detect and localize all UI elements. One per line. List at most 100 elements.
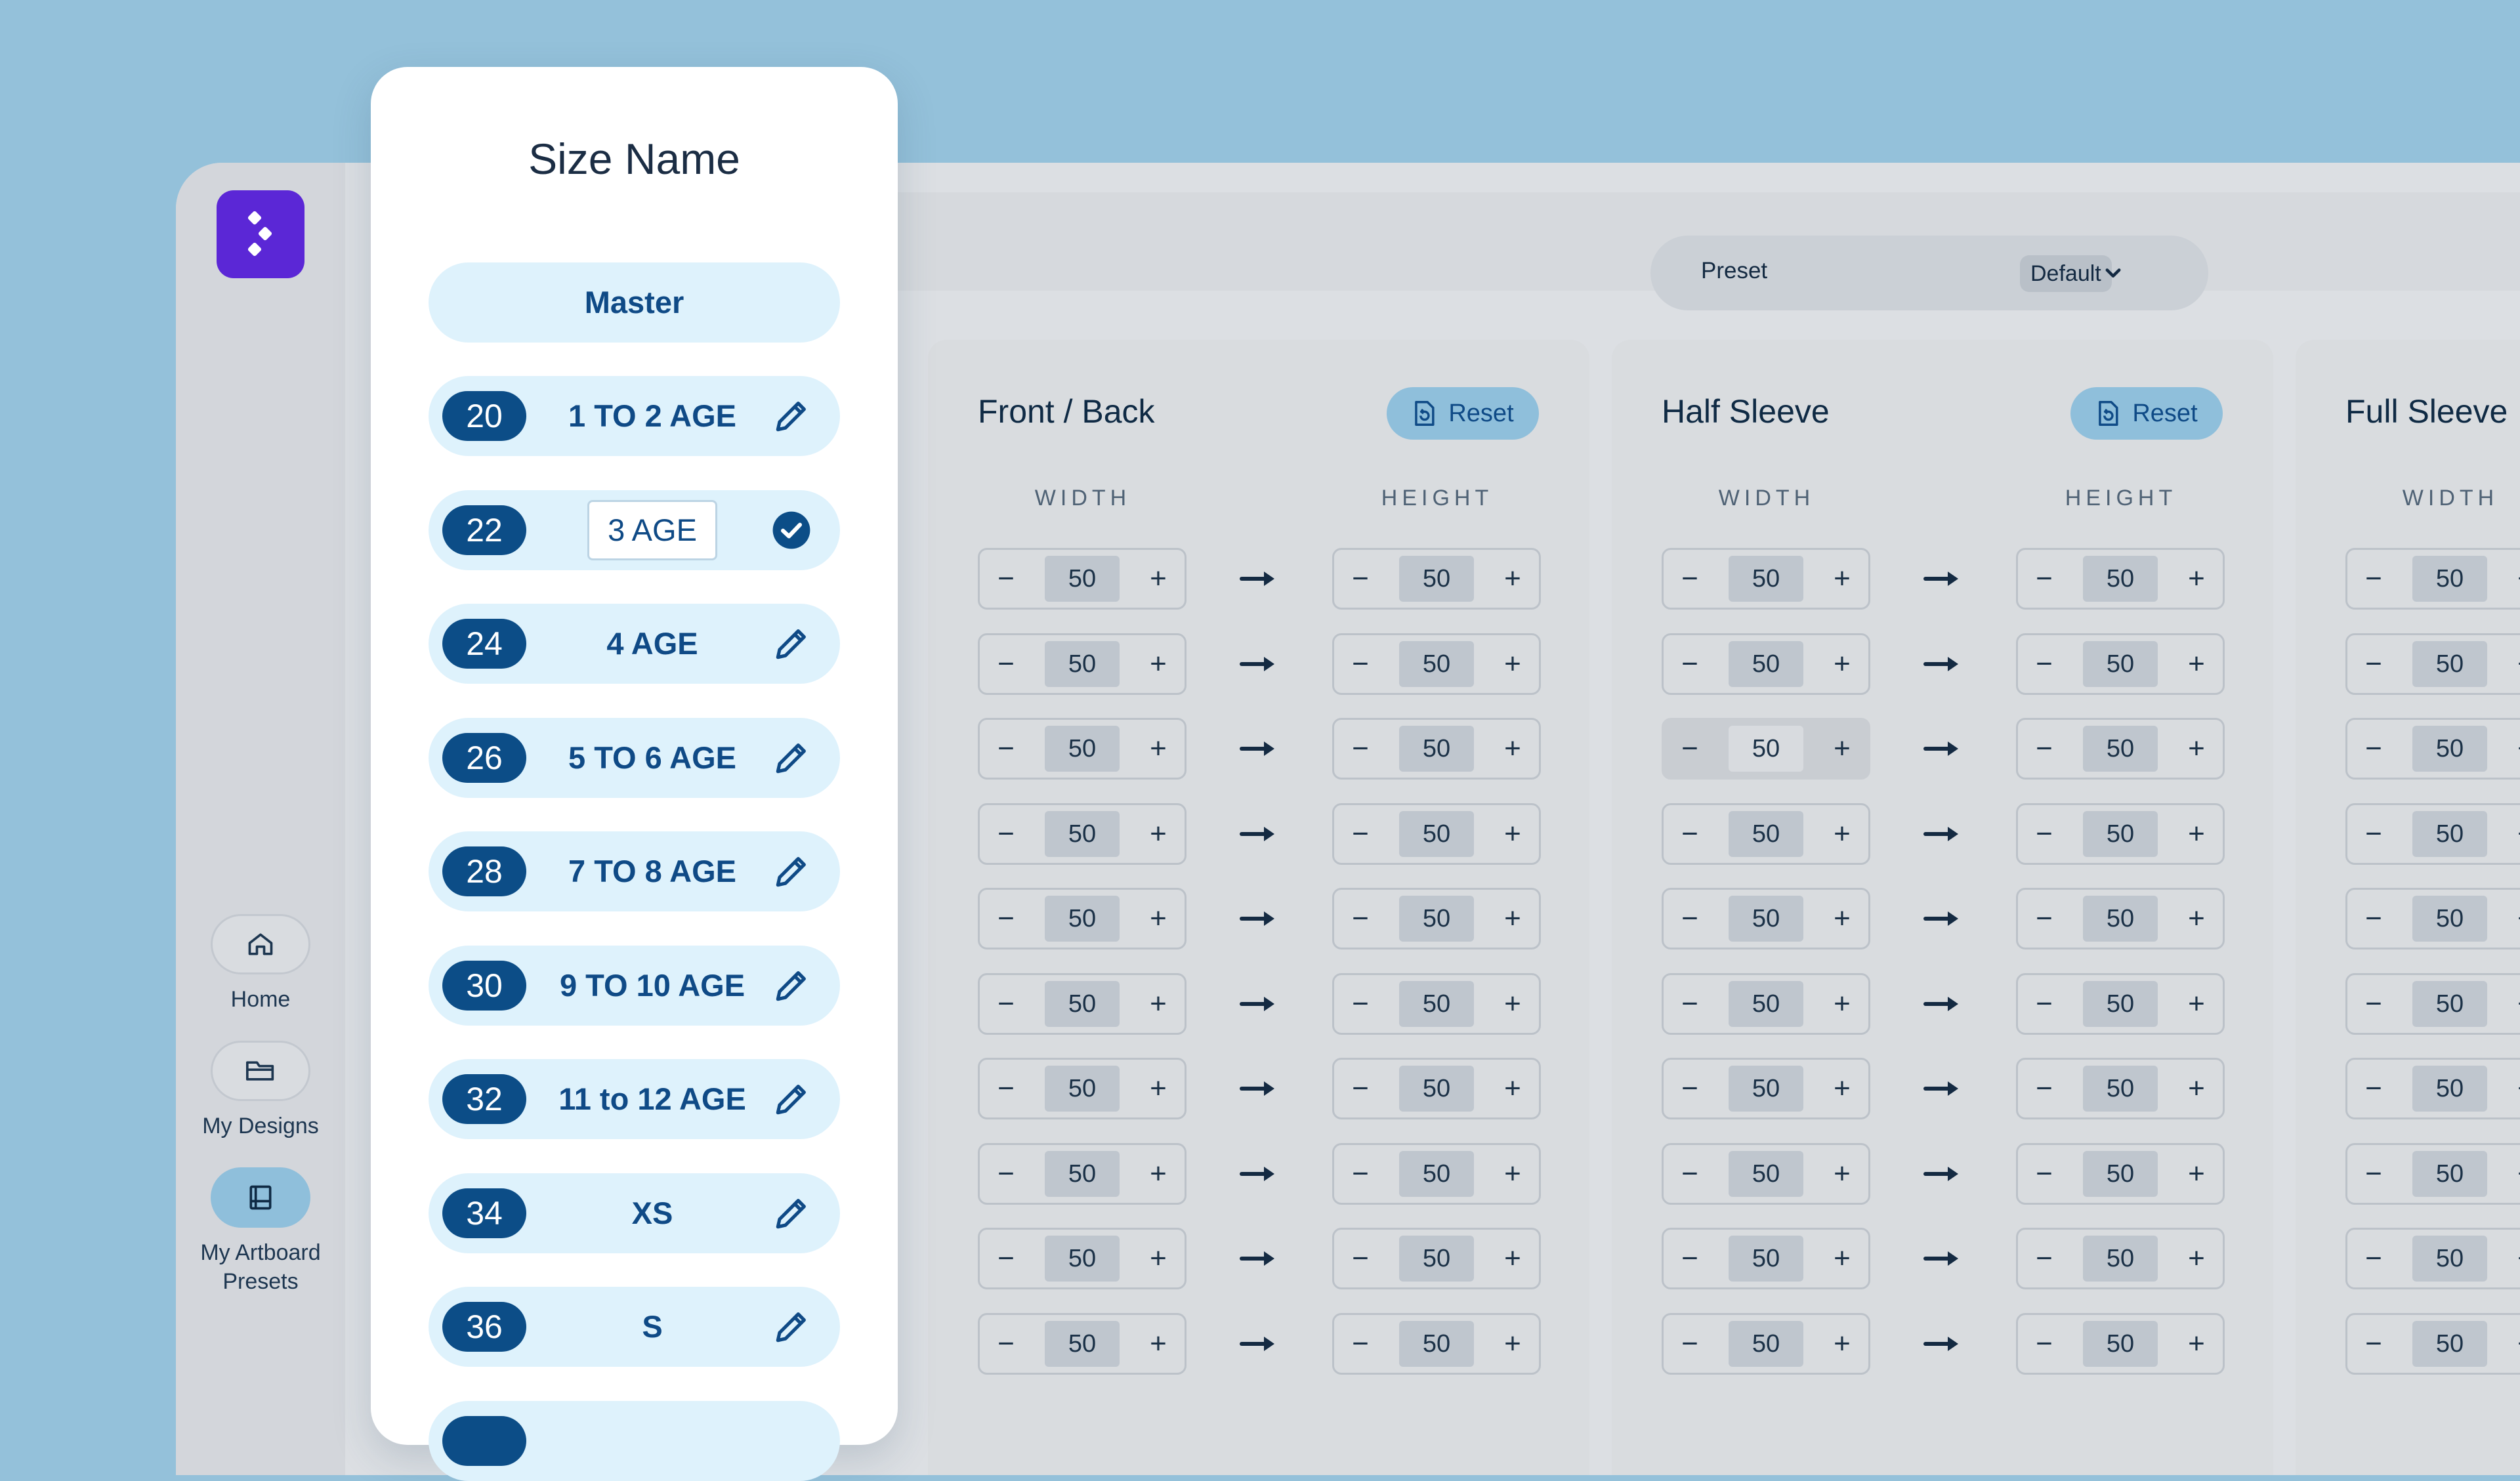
increment-button[interactable]: + xyxy=(2513,1158,2520,1190)
height-value-input[interactable]: 50 xyxy=(1399,1320,1474,1367)
width-value-input[interactable]: 50 xyxy=(1729,896,1803,942)
increment-button[interactable]: + xyxy=(1145,1327,1171,1360)
width-value-input[interactable]: 50 xyxy=(2412,810,2487,857)
width-value-input[interactable]: 50 xyxy=(1729,1320,1803,1367)
width-value-input[interactable]: 50 xyxy=(1045,1236,1120,1282)
width-value-input[interactable]: 50 xyxy=(1729,810,1803,857)
decrement-button[interactable]: − xyxy=(1347,1158,1374,1190)
decrement-button[interactable]: − xyxy=(2031,818,2057,850)
size-row[interactable]: 26 5 TO 6 AGE xyxy=(429,717,840,798)
size-row-partial[interactable] xyxy=(429,1400,840,1481)
decrement-button[interactable]: − xyxy=(993,1327,1019,1360)
increment-button[interactable]: + xyxy=(1500,562,1526,595)
increment-button[interactable]: + xyxy=(2183,1242,2210,1275)
reset-button[interactable]: Reset xyxy=(1387,387,1539,440)
chevron-down-icon[interactable] xyxy=(2099,259,2128,288)
decrement-button[interactable]: − xyxy=(2361,1158,2387,1190)
height-value-input[interactable]: 50 xyxy=(1399,1150,1474,1197)
nav-item-home[interactable]: Home xyxy=(176,914,345,1014)
height-value-input[interactable]: 50 xyxy=(1399,1066,1474,1112)
height-value-input[interactable]: 50 xyxy=(1399,556,1474,602)
edit-pencil-icon[interactable] xyxy=(771,1079,812,1119)
width-value-input[interactable]: 50 xyxy=(1045,726,1120,772)
size-row[interactable]: 28 7 TO 8 AGE xyxy=(429,831,840,911)
height-value-input[interactable]: 50 xyxy=(2083,1236,2158,1282)
width-value-input[interactable]: 50 xyxy=(1729,726,1803,772)
edit-pencil-icon[interactable] xyxy=(771,965,812,1006)
increment-button[interactable]: + xyxy=(1145,732,1171,765)
height-value-input[interactable]: 50 xyxy=(2083,896,2158,942)
decrement-button[interactable]: − xyxy=(2361,562,2387,595)
width-value-input[interactable]: 50 xyxy=(1729,1066,1803,1112)
decrement-button[interactable]: − xyxy=(1677,562,1703,595)
width-value-input[interactable]: 50 xyxy=(1045,1066,1120,1112)
decrement-button[interactable]: − xyxy=(993,562,1019,595)
width-value-input[interactable]: 50 xyxy=(2412,726,2487,772)
increment-button[interactable]: + xyxy=(1500,732,1526,765)
increment-button[interactable]: + xyxy=(2183,1327,2210,1360)
decrement-button[interactable]: − xyxy=(1347,902,1374,935)
decrement-button[interactable]: − xyxy=(1677,1242,1703,1275)
edit-pencil-icon[interactable] xyxy=(771,738,812,778)
edit-pencil-icon[interactable] xyxy=(771,1193,812,1234)
decrement-button[interactable]: − xyxy=(2031,732,2057,765)
decrement-button[interactable]: − xyxy=(993,988,1019,1020)
decrement-button[interactable]: − xyxy=(2361,1072,2387,1105)
width-value-input[interactable]: 50 xyxy=(1729,556,1803,602)
increment-button[interactable]: + xyxy=(2513,1327,2520,1360)
decrement-button[interactable]: − xyxy=(2361,1242,2387,1275)
increment-button[interactable]: + xyxy=(1145,818,1171,850)
decrement-button[interactable]: − xyxy=(2031,562,2057,595)
decrement-button[interactable]: − xyxy=(1347,1242,1374,1275)
width-value-input[interactable]: 50 xyxy=(2412,896,2487,942)
decrement-button[interactable]: − xyxy=(1677,1072,1703,1105)
edit-pencil-icon[interactable] xyxy=(771,851,812,892)
master-size-button[interactable]: Master xyxy=(429,262,840,343)
increment-button[interactable]: + xyxy=(2513,562,2520,595)
decrement-button[interactable]: − xyxy=(1677,648,1703,680)
width-value-input[interactable]: 50 xyxy=(1729,980,1803,1027)
preset-select[interactable]: Preset Default xyxy=(1650,236,2208,310)
nav-artboard-presets-button[interactable] xyxy=(211,1167,310,1228)
width-value-input[interactable]: 50 xyxy=(1729,1236,1803,1282)
increment-button[interactable]: + xyxy=(1500,648,1526,680)
increment-button[interactable]: + xyxy=(1829,1242,1855,1275)
height-value-input[interactable]: 50 xyxy=(1399,896,1474,942)
decrement-button[interactable]: − xyxy=(993,902,1019,935)
increment-button[interactable]: + xyxy=(1500,818,1526,850)
increment-button[interactable]: + xyxy=(1500,1072,1526,1105)
height-value-input[interactable]: 50 xyxy=(2083,556,2158,602)
height-value-input[interactable]: 50 xyxy=(2083,1320,2158,1367)
increment-button[interactable]: + xyxy=(1145,902,1171,935)
decrement-button[interactable]: − xyxy=(993,1158,1019,1190)
increment-button[interactable]: + xyxy=(1145,562,1171,595)
increment-button[interactable]: + xyxy=(1829,1072,1855,1105)
decrement-button[interactable]: − xyxy=(1347,562,1374,595)
width-value-input[interactable]: 50 xyxy=(1045,896,1120,942)
height-value-input[interactable]: 50 xyxy=(1399,1236,1474,1282)
increment-button[interactable]: + xyxy=(2183,902,2210,935)
size-row[interactable]: 30 9 TO 10 AGE xyxy=(429,945,840,1026)
width-value-input[interactable]: 50 xyxy=(2412,640,2487,687)
decrement-button[interactable]: − xyxy=(1677,818,1703,850)
increment-button[interactable]: + xyxy=(2183,1072,2210,1105)
decrement-button[interactable]: − xyxy=(2361,988,2387,1020)
edit-pencil-icon[interactable] xyxy=(771,1306,812,1347)
decrement-button[interactable]: − xyxy=(2031,1072,2057,1105)
decrement-button[interactable]: − xyxy=(1347,1327,1374,1360)
decrement-button[interactable]: − xyxy=(1677,732,1703,765)
size-row[interactable]: 36 S xyxy=(429,1287,840,1367)
decrement-button[interactable]: − xyxy=(993,648,1019,680)
size-row[interactable]: 20 1 TO 2 AGE xyxy=(429,376,840,456)
decrement-button[interactable]: − xyxy=(2361,648,2387,680)
nav-my-designs-button[interactable] xyxy=(211,1041,310,1101)
increment-button[interactable]: + xyxy=(2183,732,2210,765)
decrement-button[interactable]: − xyxy=(2031,648,2057,680)
increment-button[interactable]: + xyxy=(2183,562,2210,595)
decrement-button[interactable]: − xyxy=(1347,818,1374,850)
size-row[interactable]: 32 11 to 12 AGE xyxy=(429,1059,840,1139)
decrement-button[interactable]: − xyxy=(1347,1072,1374,1105)
width-value-input[interactable]: 50 xyxy=(2412,1066,2487,1112)
width-value-input[interactable]: 50 xyxy=(1045,1320,1120,1367)
increment-button[interactable]: + xyxy=(1145,988,1171,1020)
